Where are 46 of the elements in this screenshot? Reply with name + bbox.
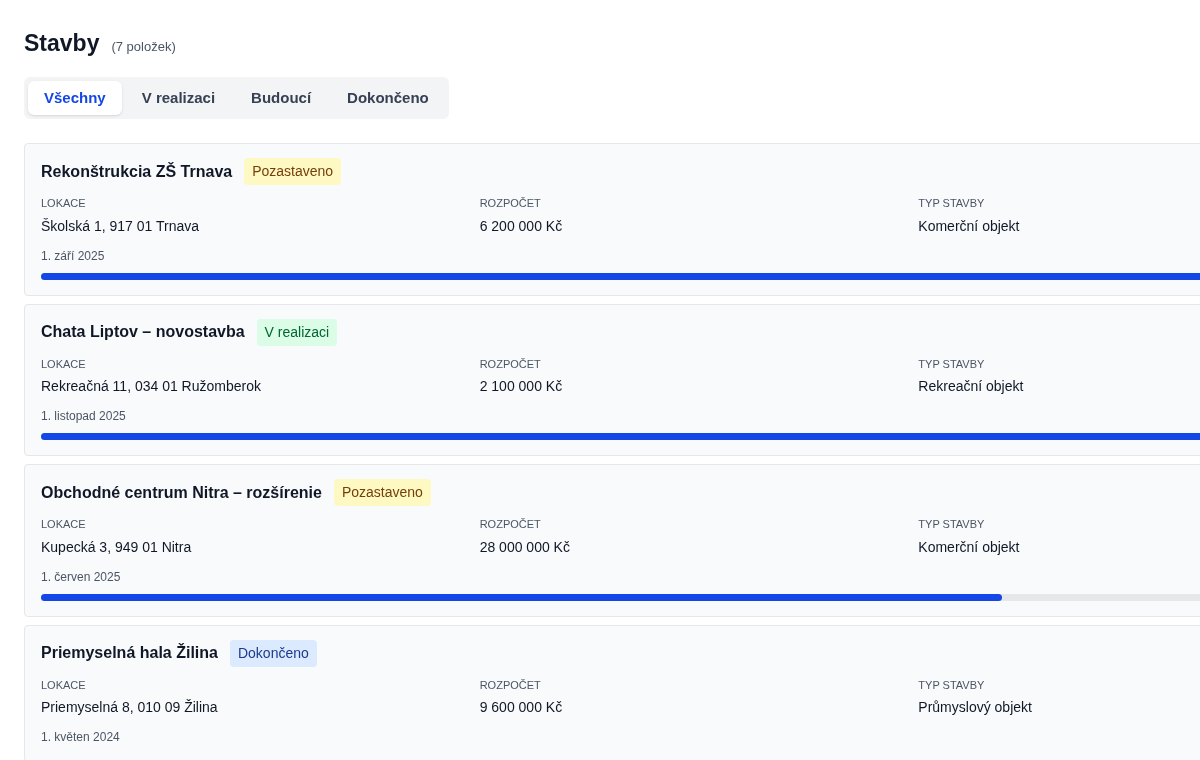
- tab[interactable]: Budoucí: [235, 80, 328, 115]
- field-label: LOKACE: [41, 196, 87, 211]
- field-label: ROZPOČET: [479, 677, 542, 693]
- date-text: 1. květen 2024: [41, 729, 121, 746]
- status-badge: Pozastaveno: [244, 158, 342, 185]
- project-card[interactable]: Chata Liptov – novostavba V realizaci LOKACE Rekreačná 11, 034 01 Ružomberok ROZPOČET 2 100 000 Kč TYP STAVBY Rekreační objekt 1. listopad 2025: [24, 303, 1200, 456]
- field-label: TYP STAVBY: [918, 356, 986, 372]
- project-card[interactable]: Rekonštrukcia ZŠ Trnava Pozastaveno LOKACE Školská 1, 917 01 Trnava ROZPOČET 6 200 000 Kč TYP STAVBY Komerční objekt 1. září 2025: [24, 143, 1200, 296]
- tab[interactable]: V realizaci: [125, 80, 232, 115]
- field-value: 9 600 000 Kč: [479, 698, 564, 717]
- page-title: Stavby: [24, 29, 100, 58]
- field-value: 28 000 000 Kč: [479, 537, 571, 557]
- field-label: LOKACE: [41, 356, 87, 372]
- item-count: (7 položek): [111, 38, 176, 56]
- field-value: 6 200 000 Kč: [479, 216, 564, 236]
- status-badge: Pozastaveno: [333, 479, 431, 506]
- project-name: Obchodné centrum Nitra – rozšírenie: [41, 482, 322, 503]
- field-label: LOKACE: [41, 517, 87, 532]
- tab[interactable]: Všechny: [28, 80, 122, 115]
- project-name: Chata Liptov – novostavba: [41, 322, 245, 342]
- field-value: Priemyselná 8, 010 09 Žilina: [41, 698, 219, 717]
- status-badge: V realizaci: [256, 318, 338, 346]
- project-card[interactable]: Obchodné centrum Nitra – rozšírenie Pozastaveno LOKACE Kupecká 3, 949 01 Nitra ROZPOČET 28 000 000 Kč TYP STAVBY Komerční objekt 1. červen 2025: [24, 464, 1200, 617]
- date-text: 1. červen 2025: [41, 568, 122, 586]
- field-label: ROZPOČET: [479, 517, 542, 532]
- tab[interactable]: Dokončeno: [331, 80, 445, 115]
- project-name: Rekonštrukcia ZŠ Trnava: [41, 161, 233, 182]
- field-label: ROZPOČET: [479, 356, 542, 372]
- field-value: Průmyslový objekt: [918, 698, 1033, 717]
- field-value: Kupecká 3, 949 01 Nitra: [41, 537, 193, 557]
- date-text: 1. září 2025: [41, 247, 106, 265]
- field-value: 2 100 000 Kč: [479, 377, 564, 396]
- field-value: Školská 1, 917 01 Trnava: [41, 216, 200, 236]
- field-label: TYP STAVBY: [918, 196, 986, 211]
- project-name: Priemyselná hala Žilina: [41, 642, 218, 663]
- field-label: ROZPOČET: [479, 196, 542, 211]
- project-card[interactable]: Priemyselná hala Žilina Dokončeno LOKACE Priemyselná 8, 010 09 Žilina ROZPOČET 9 600 000 Kč TYP STAVBY Průmyslový objekt 1. květen 2024: [24, 624, 1200, 760]
- status-badge: Dokončeno: [229, 639, 317, 667]
- field-label: TYP STAVBY: [918, 517, 986, 532]
- field-value: Rekreačná 11, 034 01 Ružomberok: [41, 377, 262, 396]
- field-label: LOKACE: [41, 677, 87, 693]
- field-value: Komerční objekt: [918, 537, 1021, 557]
- field-value: Komerční objekt: [918, 216, 1021, 236]
- field-label: TYP STAVBY: [918, 677, 986, 693]
- date-text: 1. listopad 2025: [41, 408, 127, 425]
- field-value: Rekreační objekt: [918, 377, 1025, 396]
